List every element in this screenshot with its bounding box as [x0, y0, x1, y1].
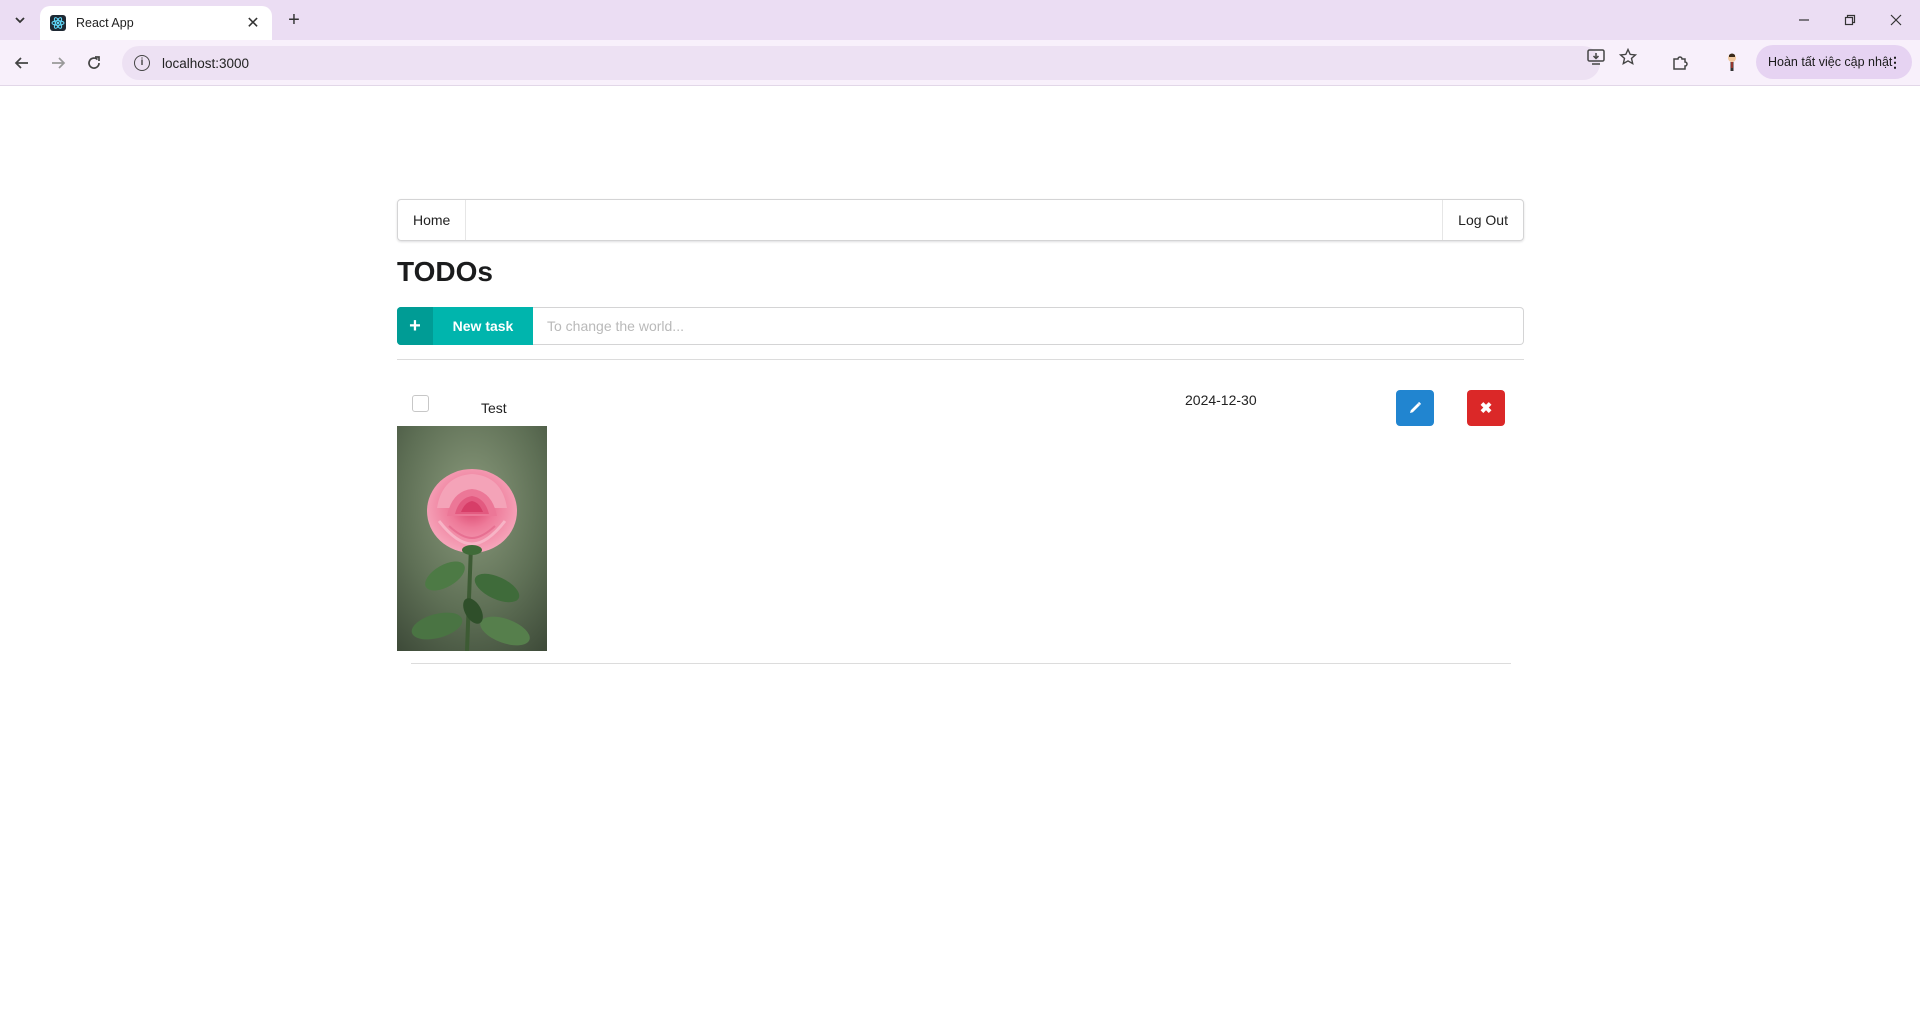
react-favicon-icon [50, 15, 66, 31]
new-task-form: + New task [397, 307, 1524, 345]
pencil-icon [1410, 401, 1422, 413]
back-arrow-icon[interactable] [10, 51, 34, 75]
bookmark-star-icon[interactable] [1616, 45, 1640, 69]
plus-icon: + [397, 307, 433, 345]
site-info-icon[interactable]: i [134, 55, 150, 71]
update-button-label: Hoàn tất việc cập nhật [1768, 55, 1893, 69]
more-menu-icon[interactable]: ⋮ [1888, 54, 1902, 70]
new-task-input[interactable] [533, 307, 1524, 345]
menu-logout-link[interactable]: Log Out [1442, 200, 1523, 240]
page-title: TODOs [397, 256, 493, 287]
extensions-puzzle-icon[interactable] [1668, 51, 1692, 75]
tab-close-icon[interactable]: ✕ [244, 13, 262, 33]
profile-avatar-icon[interactable] [1720, 50, 1744, 74]
new-task-button[interactable]: + New task [397, 307, 533, 345]
todo-app: Home Log Out TODOs + New task Test 2024-… [397, 199, 1524, 664]
minimize-icon[interactable] [1792, 8, 1816, 32]
browser-tab-bar: React App ✕ + [0, 0, 1920, 40]
tab-search-chevron-icon[interactable] [8, 8, 32, 32]
task-divider [411, 663, 1511, 664]
browser-toolbar: i localhost:3000 Hoàn tất việc cập nhật … [0, 40, 1920, 86]
address-bar[interactable]: i localhost:3000 [122, 46, 1600, 80]
window-close-icon[interactable] [1884, 8, 1908, 32]
delete-task-button[interactable]: ✖ [1467, 390, 1505, 426]
tab-title: React App [76, 16, 134, 30]
url-text: localhost:3000 [162, 55, 250, 71]
menu-spacer [466, 200, 1442, 240]
task-image-rose [397, 426, 547, 651]
new-task-label: New task [452, 318, 514, 334]
close-x-icon: ✖ [1479, 400, 1493, 417]
restore-icon[interactable] [1838, 8, 1862, 32]
task-item: Test 2024-12-30 ✖ [397, 360, 1524, 664]
task-complete-checkbox[interactable] [412, 395, 429, 412]
install-app-icon[interactable] [1584, 45, 1608, 69]
update-browser-button[interactable]: Hoàn tất việc cập nhật ⋮ [1756, 45, 1912, 79]
new-tab-plus-icon[interactable]: + [282, 8, 306, 32]
browser-tab[interactable]: React App ✕ [40, 6, 272, 40]
task-name: Test [481, 400, 507, 416]
menu-home-link[interactable]: Home [398, 200, 467, 240]
top-menu: Home Log Out [397, 199, 1524, 241]
reload-icon[interactable] [82, 51, 106, 75]
forward-arrow-icon[interactable] [46, 51, 70, 75]
edit-task-button[interactable] [1396, 390, 1434, 426]
task-due-date: 2024-12-30 [1185, 392, 1257, 408]
